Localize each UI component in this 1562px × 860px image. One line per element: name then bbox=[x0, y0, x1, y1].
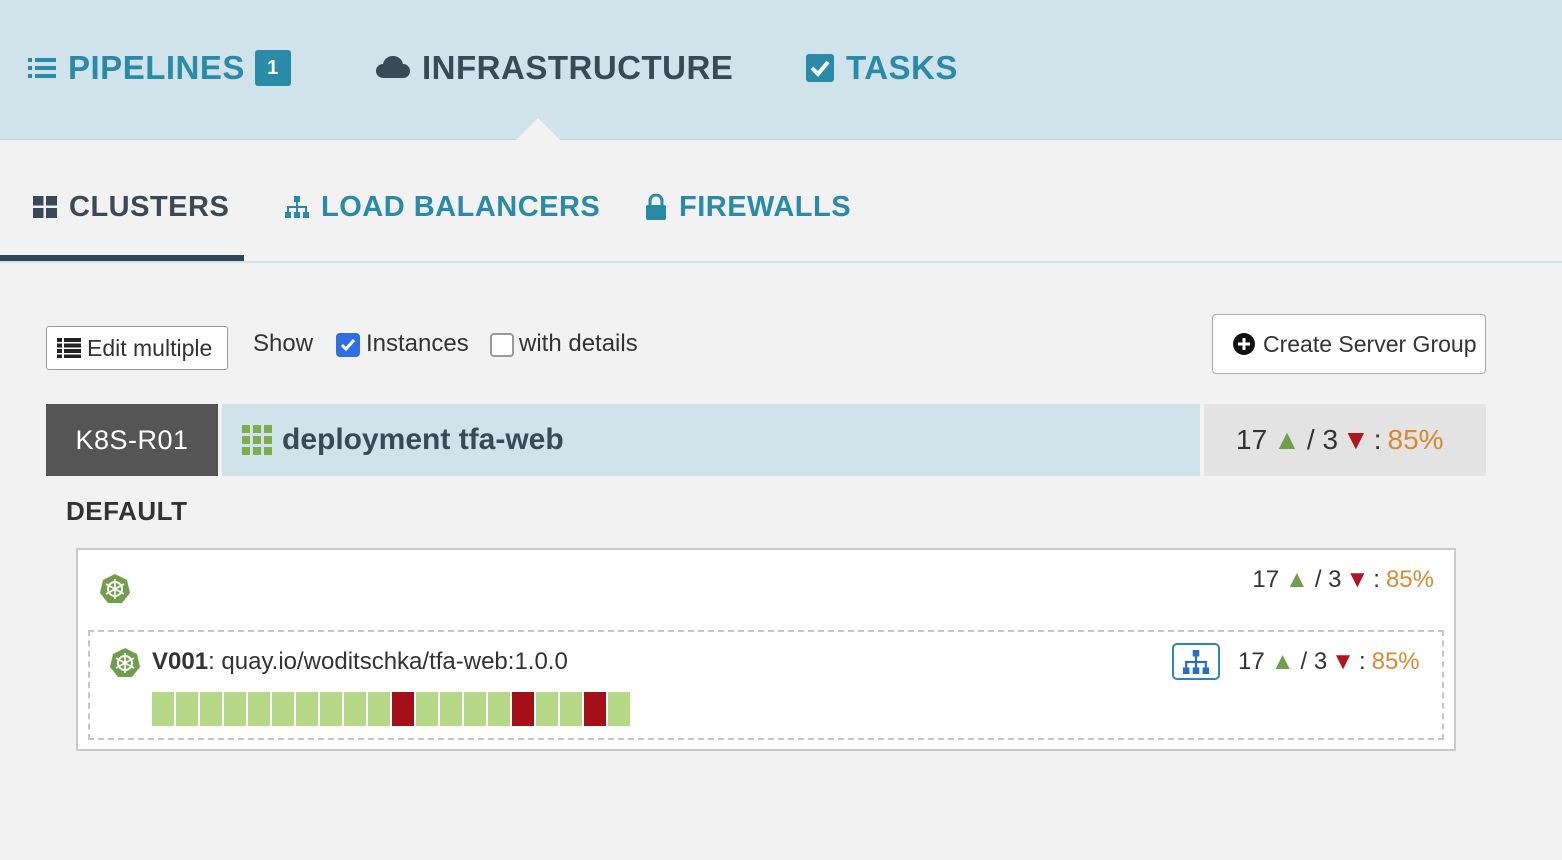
instance-up[interactable] bbox=[176, 692, 198, 726]
cloud-icon bbox=[376, 56, 410, 78]
instance-up[interactable] bbox=[152, 692, 174, 726]
tab-load-balancers-label: LOAD BALANCERS bbox=[321, 190, 601, 223]
kubernetes-icon bbox=[100, 574, 130, 603]
instance-up[interactable] bbox=[488, 692, 510, 726]
cluster-header[interactable]: deployment tfa-web bbox=[222, 404, 1200, 476]
instance-up[interactable] bbox=[200, 692, 222, 726]
create-server-group-label: Create Server Group bbox=[1263, 330, 1477, 357]
instance-up[interactable] bbox=[536, 692, 558, 726]
health-colon: : bbox=[1373, 566, 1380, 593]
health-separator: / bbox=[1314, 566, 1322, 593]
health-percent: 85% bbox=[1385, 566, 1434, 593]
lock-icon bbox=[646, 194, 666, 220]
down-arrow-icon: ▼ bbox=[1345, 566, 1370, 593]
tab-firewalls-label: FIREWALLS bbox=[679, 190, 852, 223]
nav-tasks-label: TASKS bbox=[846, 49, 958, 86]
nav-pipelines-label: PIPELINES bbox=[68, 49, 245, 86]
instance-up[interactable] bbox=[560, 692, 582, 726]
instance-up[interactable] bbox=[296, 692, 318, 726]
sitemap-icon bbox=[285, 196, 309, 218]
instance-up[interactable] bbox=[608, 692, 630, 726]
nav-infrastructure-label: INFRASTRUCTURE bbox=[422, 49, 734, 86]
health-percent: 85% bbox=[1387, 424, 1444, 455]
down-arrow-icon: ▼ bbox=[1331, 648, 1355, 675]
health-up-count: 17 bbox=[1252, 566, 1280, 593]
health-up-count: 17 bbox=[1238, 648, 1265, 675]
instance-up[interactable] bbox=[440, 692, 462, 726]
grid-icon bbox=[33, 196, 57, 218]
with-details-label[interactable]: with details bbox=[519, 330, 638, 358]
health-down-count: 3 bbox=[1313, 648, 1328, 675]
down-arrow-icon: ▼ bbox=[1342, 424, 1370, 455]
account-tag: K8S-R01 bbox=[46, 404, 218, 476]
up-arrow-icon: ▲ bbox=[1270, 648, 1295, 675]
health-separator: / bbox=[1306, 424, 1315, 455]
sub-tabs: CLUSTERS LOAD BALANCERS FIREWALLS bbox=[0, 141, 1562, 263]
edit-multiple-button[interactable]: Edit multiple bbox=[46, 326, 228, 370]
region-label: DEFAULT bbox=[66, 496, 188, 526]
list-icon bbox=[28, 58, 56, 78]
kubernetes-icon bbox=[110, 648, 140, 677]
nav-pipelines[interactable]: PIPELINES 1 bbox=[28, 46, 291, 90]
instances-label[interactable]: Instances bbox=[366, 330, 469, 358]
top-navigation: PIPELINES 1 INFRASTRUCTURE TASKS bbox=[0, 0, 1562, 146]
up-arrow-icon: ▲ bbox=[1285, 566, 1309, 593]
health-percent: 85% bbox=[1371, 648, 1420, 675]
server-group-health-summary: 17 ▲ / 3 ▼ : 85% bbox=[1238, 648, 1420, 676]
server-group-image: : quay.io/woditschka/tfa-web:1.0.0 bbox=[208, 648, 568, 675]
server-group-version: V001 bbox=[152, 648, 209, 675]
nav-infrastructure[interactable]: INFRASTRUCTURE bbox=[376, 46, 733, 90]
tab-clusters[interactable]: CLUSTERS bbox=[33, 187, 229, 227]
sitemap-icon bbox=[1182, 649, 1210, 674]
health-colon: : bbox=[1358, 648, 1366, 675]
cluster-grid-icon bbox=[242, 425, 272, 455]
pipelines-count-badge: 1 bbox=[254, 50, 291, 86]
cluster-name: deployment tfa-web bbox=[282, 423, 564, 456]
up-arrow-icon: ▲ bbox=[1273, 424, 1301, 455]
instance-list bbox=[152, 692, 632, 726]
with-details-checkbox[interactable] bbox=[490, 333, 514, 357]
show-label: Show bbox=[253, 330, 314, 357]
active-tab-indicator bbox=[0, 255, 244, 261]
instance-up[interactable] bbox=[320, 692, 342, 726]
instance-up[interactable] bbox=[248, 692, 270, 726]
instance-up[interactable] bbox=[272, 692, 294, 726]
instances-checkbox[interactable] bbox=[336, 333, 360, 357]
list-icon bbox=[57, 338, 81, 358]
check-icon bbox=[340, 339, 356, 352]
instance-up[interactable] bbox=[224, 692, 246, 726]
tab-load-balancers[interactable]: LOAD BALANCERS bbox=[285, 187, 600, 227]
tab-firewalls[interactable]: FIREWALLS bbox=[645, 187, 851, 227]
nav-tasks[interactable]: TASKS bbox=[806, 46, 958, 90]
instance-up[interactable] bbox=[368, 692, 390, 726]
checkbox-check-icon bbox=[806, 54, 834, 82]
region-health-summary: 17 ▲ / 3 ▼ : 85% bbox=[1252, 566, 1434, 594]
health-separator: / bbox=[1300, 648, 1308, 675]
health-up-count: 17 bbox=[1236, 424, 1268, 455]
instance-down[interactable] bbox=[512, 692, 534, 726]
instance-up[interactable] bbox=[416, 692, 438, 726]
health-down-count: 3 bbox=[1328, 566, 1342, 593]
instance-down[interactable] bbox=[392, 692, 414, 726]
health-colon: : bbox=[1373, 424, 1382, 455]
plus-circle-icon bbox=[1233, 333, 1255, 355]
server-group-title[interactable]: V001: quay.io/woditschka/tfa-web:1.0.0 bbox=[152, 648, 568, 676]
create-server-group-button[interactable]: Create Server Group bbox=[1212, 314, 1486, 374]
tab-clusters-label: CLUSTERS bbox=[69, 190, 230, 223]
instance-up[interactable] bbox=[464, 692, 486, 726]
instance-down[interactable] bbox=[584, 692, 606, 726]
instance-up[interactable] bbox=[344, 692, 366, 726]
health-down-count: 3 bbox=[1322, 424, 1339, 455]
cluster-health-summary: 17 ▲ / 3 ▼ : 85% bbox=[1204, 404, 1486, 476]
edit-multiple-label: Edit multiple bbox=[87, 334, 213, 361]
load-balancer-button[interactable] bbox=[1172, 643, 1220, 680]
